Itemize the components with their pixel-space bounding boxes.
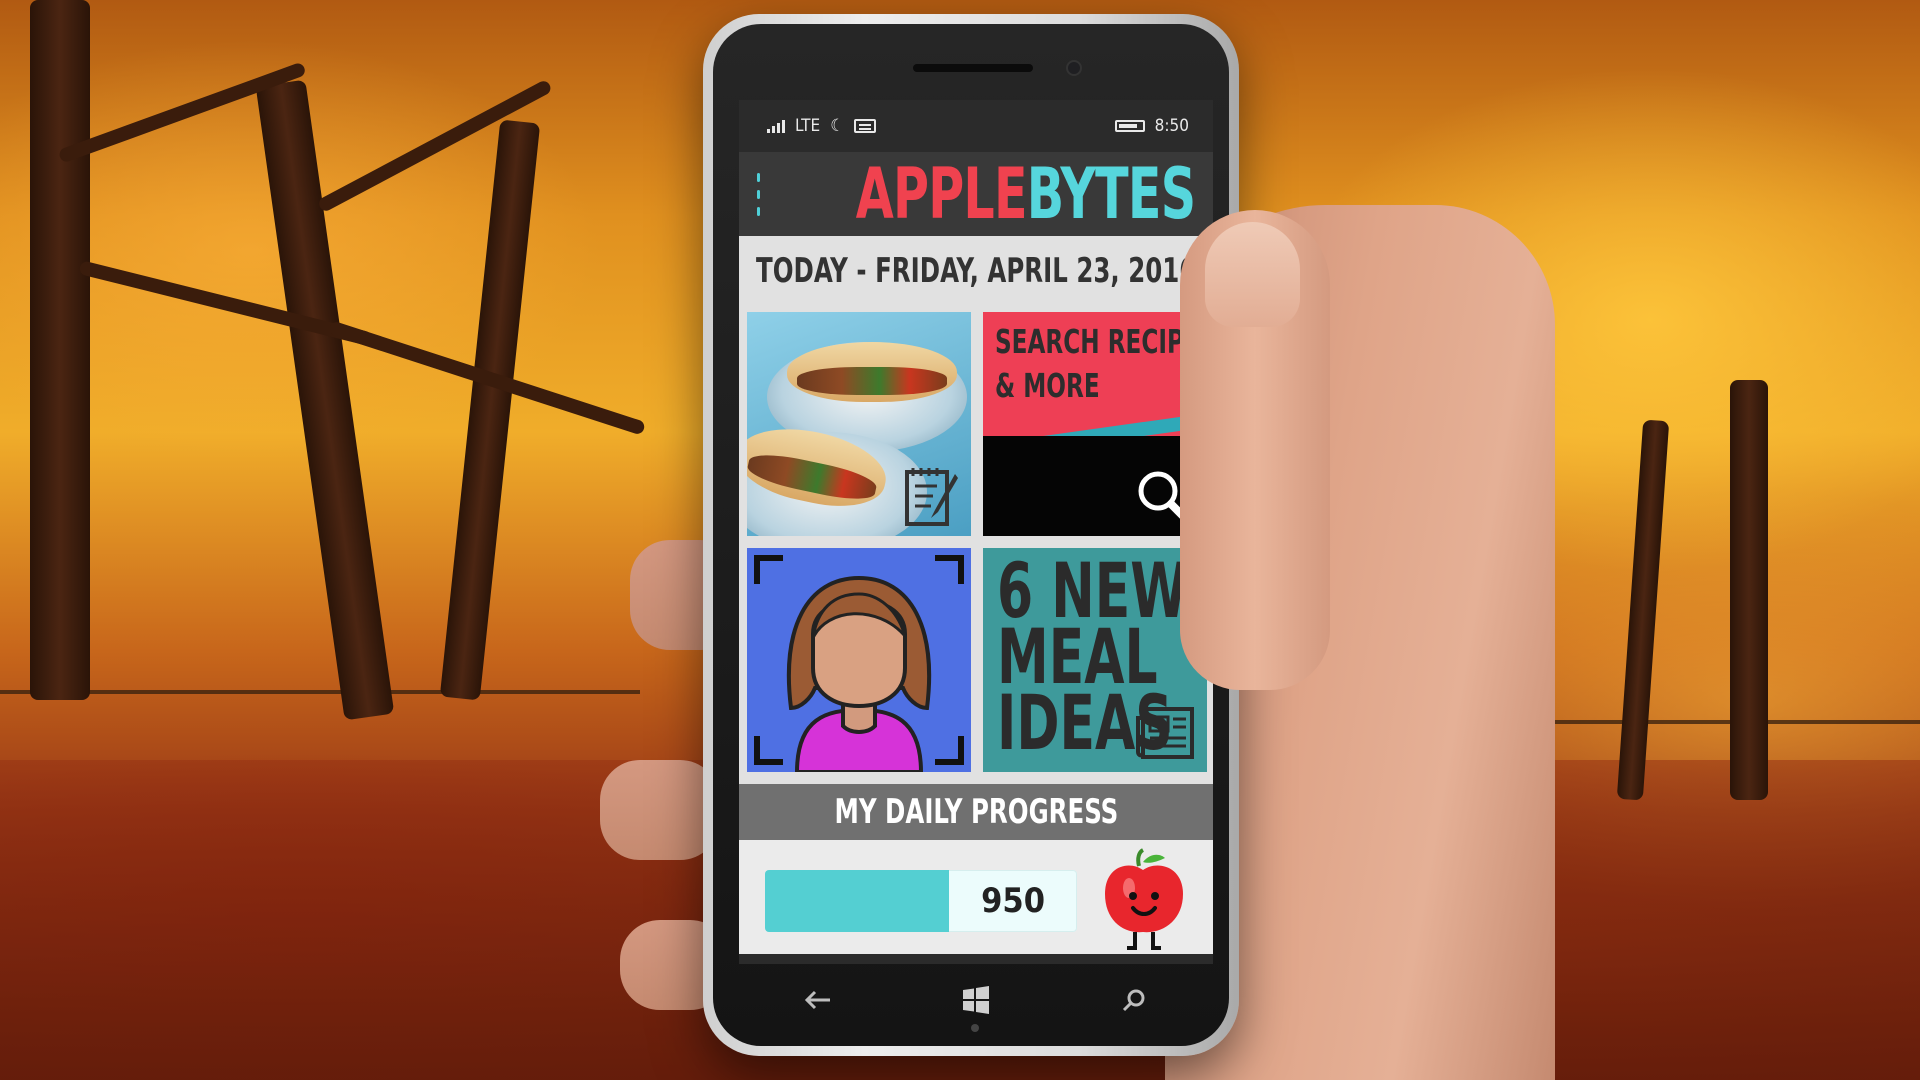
front-camera: [1066, 60, 1082, 76]
progress-bar[interactable]: 950: [765, 870, 1077, 932]
progress-title: MY DAILY PROGRESS: [834, 792, 1118, 832]
thumbnail: [1205, 222, 1300, 327]
search-icon: [1122, 989, 1145, 1012]
progress-value: 950: [981, 881, 1045, 921]
tree-trunk: [1730, 380, 1768, 800]
apple-mascot-icon: [1105, 848, 1183, 950]
search-tile-line2: & MORE: [995, 366, 1100, 405]
search-tile-line1: SEARCH RECIPES: [995, 322, 1207, 361]
smartphone: LTE ☾ 8:50 APPLEBYTES TODAY - FRIDAY, AP…: [703, 14, 1239, 1056]
search-tile-text: SEARCH RECIPES & MORE: [995, 320, 1207, 408]
brand-bytes: BYTES: [1026, 153, 1195, 235]
profile-tile[interactable]: [747, 548, 971, 772]
person-avatar-icon: [754, 555, 964, 772]
notepad-pencil-icon: [905, 468, 958, 526]
indicator-dot: [971, 1024, 979, 1032]
tree-trunk: [30, 0, 90, 700]
back-arrow-icon: [804, 990, 830, 1010]
finger: [600, 760, 720, 860]
fence-right: [1500, 720, 1920, 724]
battery-icon: [1114, 120, 1145, 132]
tile-grid: SEARCH RECIPES & MORE 6 NEW MEAL IDEAS: [739, 306, 1213, 784]
progress-bar-fill: [765, 870, 950, 932]
message-icon: [853, 119, 876, 133]
newspaper-icon: [1136, 707, 1194, 759]
app-header: APPLEBYTES: [739, 152, 1213, 236]
progress-header: MY DAILY PROGRESS: [739, 784, 1213, 840]
windows-logo-icon: [963, 986, 989, 1014]
moon-icon: ☾: [830, 116, 844, 136]
progress-section: 950: [739, 840, 1213, 954]
fence-left: [0, 690, 640, 694]
hamburger-menu-icon[interactable]: [757, 172, 760, 216]
search-button[interactable]: [1106, 980, 1162, 1020]
status-bar: LTE ☾ 8:50: [739, 100, 1213, 152]
meal-ideas-tile[interactable]: 6 NEW MEAL IDEAS: [983, 548, 1207, 772]
brand-apple: APPLE: [855, 153, 1027, 235]
date-label: TODAY - FRIDAY, APRIL 23, 2016: [755, 251, 1197, 291]
phone-body: LTE ☾ 8:50 APPLEBYTES TODAY - FRIDAY, AP…: [713, 24, 1229, 1046]
phone-screen: LTE ☾ 8:50 APPLEBYTES TODAY - FRIDAY, AP…: [739, 100, 1213, 964]
signal-icon: [767, 119, 785, 133]
meal-log-tile[interactable]: [747, 312, 971, 536]
back-button[interactable]: [790, 980, 846, 1020]
date-banner: TODAY - FRIDAY, APRIL 23, 2016: [739, 236, 1213, 306]
app-logo: APPLEBYTES: [855, 159, 1195, 229]
clock: 8:50: [1154, 116, 1189, 136]
search-recipes-tile[interactable]: SEARCH RECIPES & MORE: [983, 312, 1207, 536]
network-type: LTE: [795, 116, 821, 136]
earpiece-speaker: [913, 64, 1033, 72]
home-button[interactable]: [948, 980, 1004, 1020]
gyro-filling: [797, 367, 947, 395]
